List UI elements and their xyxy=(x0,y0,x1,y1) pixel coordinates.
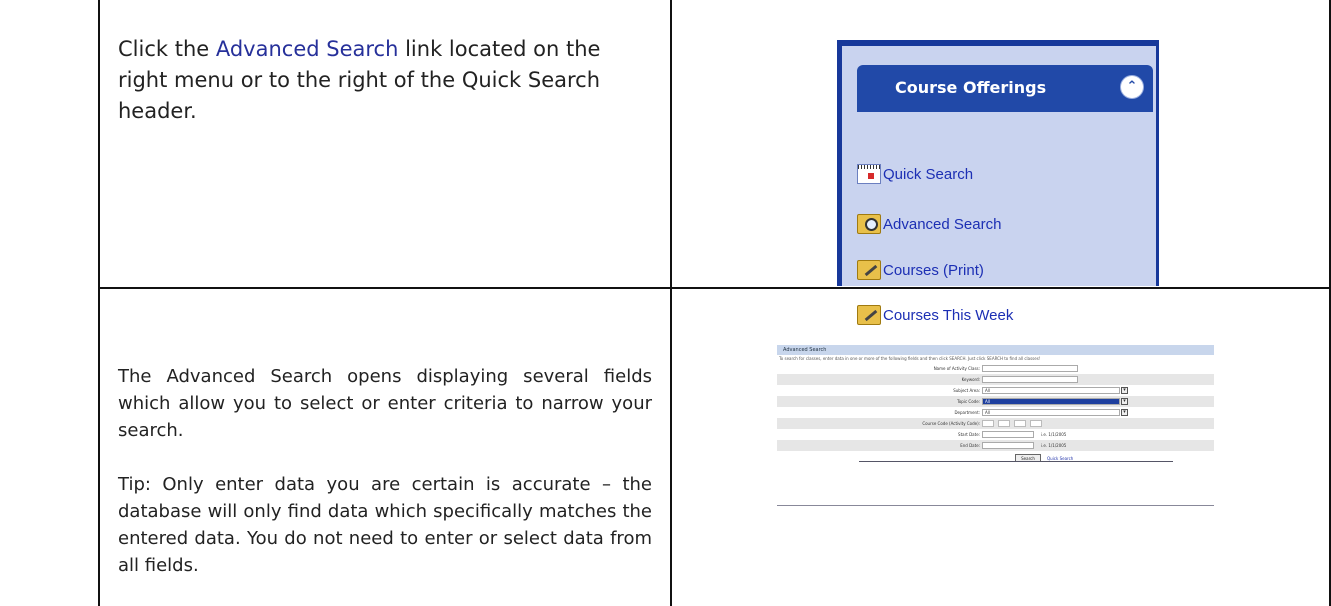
course-code-input[interactable] xyxy=(982,420,994,427)
step1-text: Click the Advanced Search link located o… xyxy=(100,0,670,127)
calendar-icon xyxy=(857,164,881,184)
course-offerings-panel: Course Offerings ⌃ Quick Search Advanced… xyxy=(837,40,1159,325)
field-row-activity-class: Name of Activity Class: xyxy=(777,363,1214,374)
step2-cell: The Advanced Search opens displaying sev… xyxy=(98,286,672,606)
menu-item-courses-print[interactable]: Courses (Print) xyxy=(857,258,984,282)
activity-class-input[interactable] xyxy=(982,365,1078,372)
date-example: i.e. 1/1/2005 xyxy=(1041,432,1067,437)
course-offerings-header: Course Offerings ⌃ xyxy=(857,65,1153,112)
start-date-input[interactable] xyxy=(982,431,1034,438)
menu-item-courses-this-week[interactable]: Courses This Week xyxy=(857,303,1013,327)
menu-item-label: Quick Search xyxy=(883,165,974,183)
advanced-search-reference: Advanced Search xyxy=(215,37,399,61)
step1-cell: Click the Advanced Search link located o… xyxy=(98,0,672,289)
course-code-input[interactable] xyxy=(998,420,1010,427)
dropdown-arrow-icon[interactable]: ▾ xyxy=(1121,398,1128,405)
field-row-topic-code: Topic Code: All ▾ xyxy=(777,396,1214,407)
advanced-search-form: Advanced Search To search for classes, e… xyxy=(777,345,1214,510)
menu-item-label: Advanced Search xyxy=(883,215,1002,233)
field-row-course-code: Course Code (Activity Code): xyxy=(777,418,1214,429)
folder-edit-icon xyxy=(857,305,881,325)
field-label: Name of Activity Class: xyxy=(933,366,980,371)
advanced-search-title: Advanced Search xyxy=(777,345,1214,355)
form-actions: Search Quick Search xyxy=(777,451,1214,465)
menu-item-label: Courses (Print) xyxy=(883,261,984,279)
topic-code-select[interactable]: All xyxy=(982,398,1120,405)
field-label: Start Date: xyxy=(958,432,980,437)
keyword-input[interactable] xyxy=(982,376,1078,383)
field-row-keyword: Keyword: xyxy=(777,374,1214,385)
field-label: Topic Code: xyxy=(957,399,980,404)
step1-text-before: Click the xyxy=(118,37,216,61)
field-row-end-date: End Date: i.e. 1/1/2005 xyxy=(777,440,1214,451)
divider xyxy=(777,505,1214,506)
menu-item-quick-search[interactable]: Quick Search xyxy=(857,162,973,186)
field-row-department: Department: All ▾ xyxy=(777,407,1214,418)
step2-text: The Advanced Search opens displaying sev… xyxy=(118,365,652,441)
advanced-search-instructions: To search for classes, enter data in one… xyxy=(779,356,1041,361)
course-offerings-title: Course Offerings xyxy=(895,78,1047,97)
menu-item-label: Courses This Week xyxy=(883,306,1014,324)
field-label: End Date: xyxy=(960,443,980,448)
tip-text: Tip: Only enter data you are certain is … xyxy=(118,473,652,576)
field-label: Course Code (Activity Code): xyxy=(922,421,980,426)
course-code-input[interactable] xyxy=(1030,420,1042,427)
department-select[interactable]: All xyxy=(982,409,1120,416)
date-example: i.e. 1/1/2005 xyxy=(1041,443,1067,448)
field-row-subject-area: Subject Area: All ▾ xyxy=(777,385,1214,396)
field-row-start-date: Start Date: i.e. 1/1/2005 xyxy=(777,429,1214,440)
end-date-input[interactable] xyxy=(982,442,1034,449)
field-label: Keyword: xyxy=(961,377,980,382)
field-label: Subject Area: xyxy=(953,388,980,393)
subject-area-select[interactable]: All xyxy=(982,387,1120,394)
collapse-chevron-icon[interactable]: ⌃ xyxy=(1121,76,1143,98)
divider xyxy=(859,461,1173,462)
dropdown-arrow-icon[interactable]: ▾ xyxy=(1121,409,1128,416)
course-code-input[interactable] xyxy=(1014,420,1026,427)
folder-search-icon xyxy=(857,214,881,234)
field-label: Department: xyxy=(954,410,980,415)
dropdown-arrow-icon[interactable]: ▾ xyxy=(1121,387,1128,394)
menu-item-advanced-search[interactable]: Advanced Search xyxy=(857,212,1001,236)
folder-edit-icon xyxy=(857,260,881,280)
